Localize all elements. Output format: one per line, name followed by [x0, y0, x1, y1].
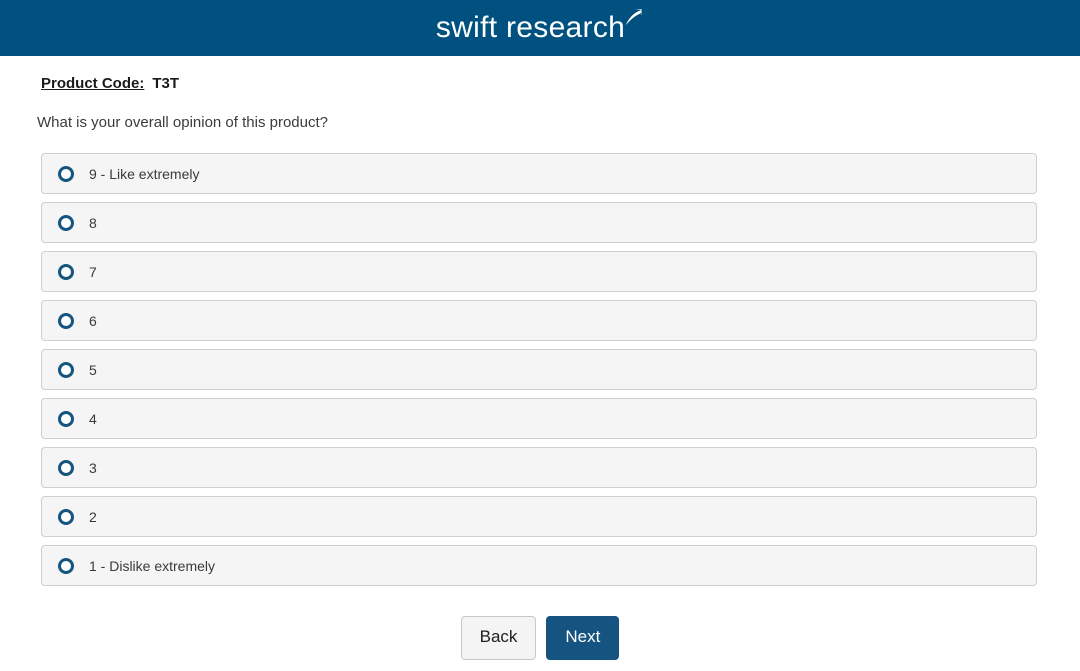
back-button[interactable]: Back	[460, 616, 537, 660]
option-label: 4	[89, 410, 97, 427]
option-row-2[interactable]: 2	[41, 496, 1037, 537]
option-row-9[interactable]: 9 - Like extremely	[41, 153, 1037, 194]
option-row-8[interactable]: 8	[41, 202, 1037, 243]
answer-options-list: 9 - Like extremely 8 7 6 5 4 3 2 1 - Dis…	[0, 133, 1080, 586]
option-label: 9 - Like extremely	[89, 165, 200, 182]
option-row-1[interactable]: 1 - Dislike extremely	[41, 545, 1037, 586]
radio-button-icon[interactable]	[58, 557, 74, 574]
radio-button-icon[interactable]	[58, 312, 74, 329]
product-code-label: Product Code:	[41, 75, 145, 92]
option-label: 1 - Dislike extremely	[89, 557, 216, 574]
next-button[interactable]: Next	[546, 616, 620, 660]
product-code-value: T3T	[152, 75, 180, 92]
option-row-3[interactable]: 3	[41, 447, 1037, 488]
option-row-6[interactable]: 6	[41, 300, 1037, 341]
product-code-line: Product Code: T3T	[0, 56, 1080, 94]
option-label: 6	[89, 312, 97, 329]
brand-logo: swift research	[435, 9, 644, 44]
navigation-buttons: Back Next	[0, 594, 1080, 660]
radio-button-icon[interactable]	[58, 459, 74, 476]
radio-button-icon[interactable]	[58, 410, 74, 427]
radio-button-icon[interactable]	[58, 214, 74, 231]
option-label: 3	[89, 459, 97, 476]
option-label: 7	[89, 263, 97, 280]
app-header: swift research	[0, 0, 1080, 56]
option-label: 2	[89, 508, 97, 525]
swoosh-arrow-icon	[622, 7, 644, 29]
option-row-7[interactable]: 7	[41, 251, 1037, 292]
option-label: 8	[89, 214, 97, 231]
option-label: 5	[89, 361, 97, 378]
option-row-4[interactable]: 4	[41, 398, 1037, 439]
radio-button-icon[interactable]	[58, 165, 74, 182]
radio-button-icon[interactable]	[58, 263, 74, 280]
radio-button-icon[interactable]	[58, 508, 74, 525]
question-prompt: What is your overall opinion of this pro…	[37, 114, 328, 131]
brand-logo-text: swift research	[435, 11, 626, 44]
option-row-5[interactable]: 5	[41, 349, 1037, 390]
radio-button-icon[interactable]	[58, 361, 74, 378]
survey-page: Product Code: T3T What is your overall op…	[0, 56, 1080, 660]
